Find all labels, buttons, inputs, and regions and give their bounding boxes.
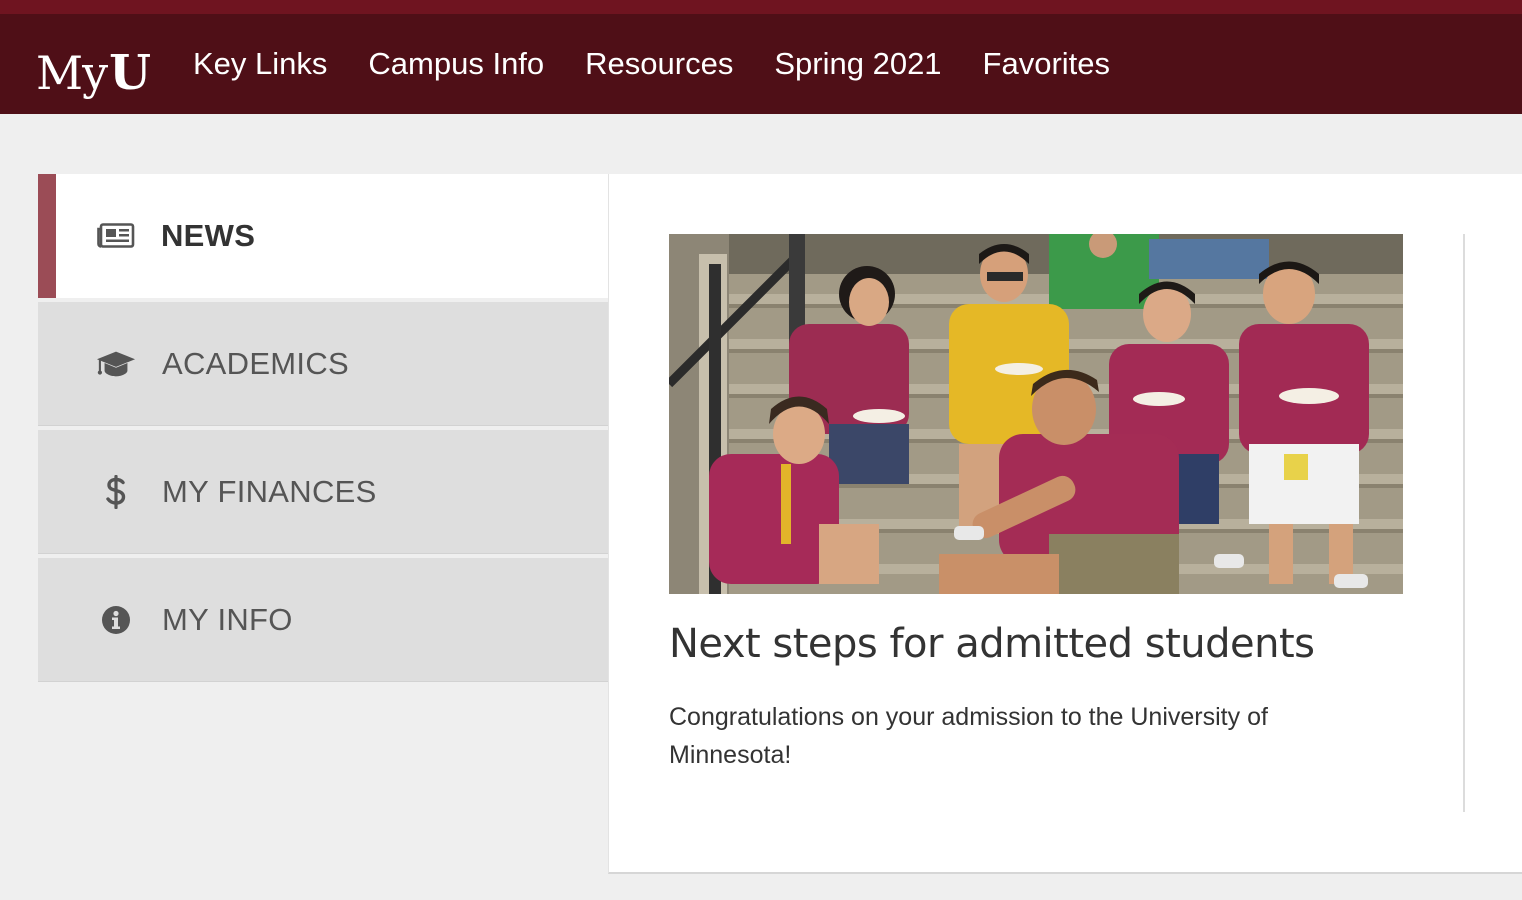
graduation-cap-icon — [96, 344, 136, 384]
tab-news[interactable]: NEWS — [38, 174, 608, 298]
logo-my-text: My — [36, 46, 108, 100]
tab-news-label: NEWS — [161, 218, 256, 253]
tab-academics-label: ACADEMICS — [162, 345, 350, 381]
info-circle-icon — [96, 600, 136, 640]
main-nav: Key Links Campus Info Resources Spring 2… — [193, 14, 1151, 114]
myu-logo[interactable]: My U — [36, 40, 151, 101]
tab-my-info-label: MY INFO — [162, 601, 293, 637]
news-panel: Next steps for admitted students Congrat… — [608, 174, 1522, 874]
tab-my-finances-label: MY FINANCES — [162, 473, 377, 509]
logo-u-text: U — [109, 45, 151, 101]
dollar-icon — [96, 472, 136, 512]
newspaper-icon — [96, 216, 136, 256]
section-tabs: NEWS ACADEMICS MY FINANCES MY INFO — [38, 174, 608, 686]
news-summary: Congratulations on your admission to the… — [669, 703, 1268, 769]
students-on-steps-photo[interactable] — [669, 234, 1403, 594]
nav-spring-2021[interactable]: Spring 2021 — [774, 46, 941, 82]
nav-key-links[interactable]: Key Links — [193, 46, 327, 82]
tab-my-info[interactable]: MY INFO — [38, 558, 608, 682]
top-accent-strip — [0, 0, 1522, 14]
nav-resources[interactable]: Resources — [585, 46, 733, 82]
tab-my-finances[interactable]: MY FINANCES — [38, 430, 608, 554]
nav-campus-info[interactable]: Campus Info — [368, 46, 544, 82]
nav-favorites[interactable]: Favorites — [983, 46, 1110, 82]
panel-divider — [1463, 234, 1465, 812]
news-headline[interactable]: Next steps for admitted students — [669, 621, 1315, 667]
tab-academics[interactable]: ACADEMICS — [38, 302, 608, 426]
